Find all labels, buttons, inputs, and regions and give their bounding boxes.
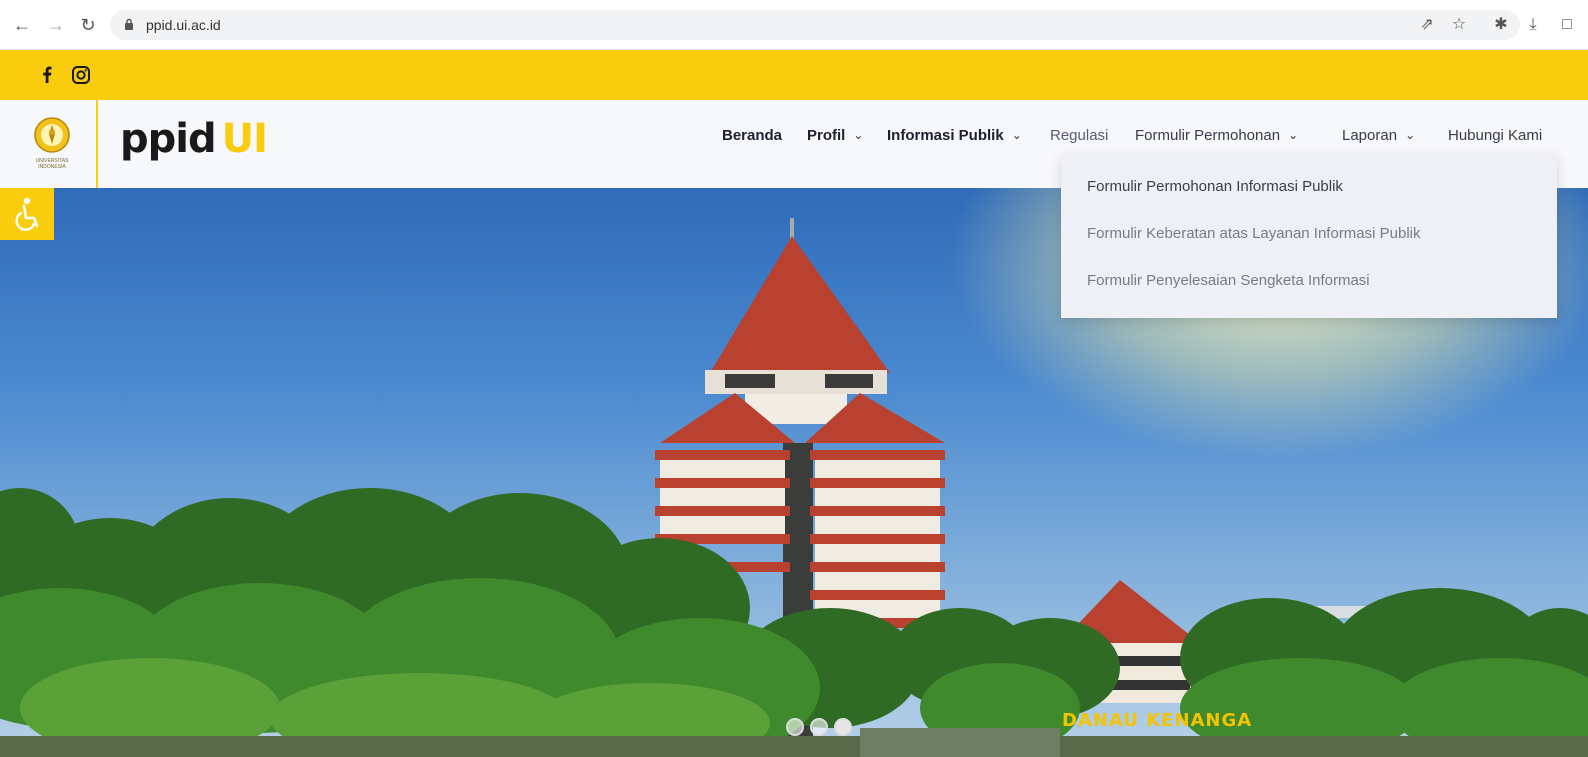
chevron-down-icon: ⌄ (853, 128, 864, 142)
university-crest-icon (34, 117, 70, 153)
chevron-down-icon: ⌄ (1011, 128, 1022, 142)
dropdown-item-permohonan[interactable]: Formulir Permohonan Informasi Publik (1087, 178, 1343, 195)
dropdown-item-keberatan[interactable]: Formulir Keberatan atas Layanan Informas… (1087, 225, 1421, 242)
chevron-down-icon: ⌄ (1405, 128, 1416, 142)
menu-label: Laporan (1342, 126, 1398, 144)
ppid-ui-logo[interactable]: ppid UI (120, 116, 268, 166)
browser-toolbar: ← → ↻ ppid.ui.ac.id ⇗ ☆ ✱ ⤓ □ (0, 0, 1588, 50)
window-icon[interactable]: □ (1556, 14, 1578, 36)
extensions-icon[interactable]: ✱ (1490, 14, 1512, 36)
menu-formulir-permohonan[interactable]: Formulir Permohonan ⌄ (1135, 125, 1298, 145)
facebook-icon[interactable] (36, 64, 58, 86)
menu-beranda[interactable]: Beranda (722, 125, 782, 145)
menu-label: Profil (807, 126, 846, 144)
brand-ppid: ppid (120, 116, 217, 162)
slider-dot-2[interactable] (810, 718, 828, 736)
download-icon[interactable]: ⤓ (1522, 14, 1544, 36)
chevron-down-icon: ⌄ (1288, 128, 1299, 142)
menu-label: Informasi Publik (887, 126, 1004, 144)
back-icon[interactable]: ← (12, 15, 32, 35)
slider-dot-3[interactable] (834, 718, 852, 736)
crest-caption: UNIVERSITAS INDONESIA (35, 158, 69, 170)
accessibility-icon (15, 197, 39, 231)
reload-icon[interactable]: ↻ (78, 15, 98, 35)
ui-logo[interactable]: UNIVERSITAS INDONESIA (0, 100, 98, 188)
menu-label: Regulasi (1050, 126, 1109, 144)
menu-label: Formulir Permohonan (1135, 126, 1281, 144)
formulir-dropdown: Formulir Permohonan Informasi Publik For… (1061, 154, 1557, 318)
forward-icon[interactable]: → (46, 15, 66, 35)
dropdown-item-sengketa[interactable]: Formulir Penyelesaian Sengketa Informasi (1087, 272, 1370, 289)
slider-dots (786, 718, 852, 736)
menu-informasi-publik[interactable]: Informasi Publik ⌄ (887, 125, 1022, 145)
menu-label: Beranda (722, 126, 783, 144)
danau-kenanga-sign: DANAU KENANGA (1062, 710, 1253, 731)
address-bar[interactable]: ppid.ui.ac.id (110, 10, 1520, 40)
share-icon[interactable]: ⇗ (1416, 14, 1438, 36)
lock-icon (125, 18, 133, 30)
slider-dot-1[interactable] (786, 718, 804, 736)
url-text: ppid.ui.ac.id (146, 17, 221, 33)
menu-profil[interactable]: Profil ⌄ (807, 125, 863, 145)
menu-laporan[interactable]: Laporan ⌄ (1342, 125, 1415, 145)
menu-hubungi-kami[interactable]: Hubungi Kami (1448, 125, 1542, 145)
menu-regulasi[interactable]: Regulasi (1050, 125, 1108, 145)
star-icon[interactable]: ☆ (1448, 14, 1470, 36)
instagram-icon[interactable] (70, 64, 92, 86)
brand-ui: UI (221, 116, 268, 162)
accessibility-button[interactable] (0, 188, 54, 240)
menu-label: Hubungi Kami (1448, 126, 1543, 144)
social-bar (0, 50, 1588, 100)
